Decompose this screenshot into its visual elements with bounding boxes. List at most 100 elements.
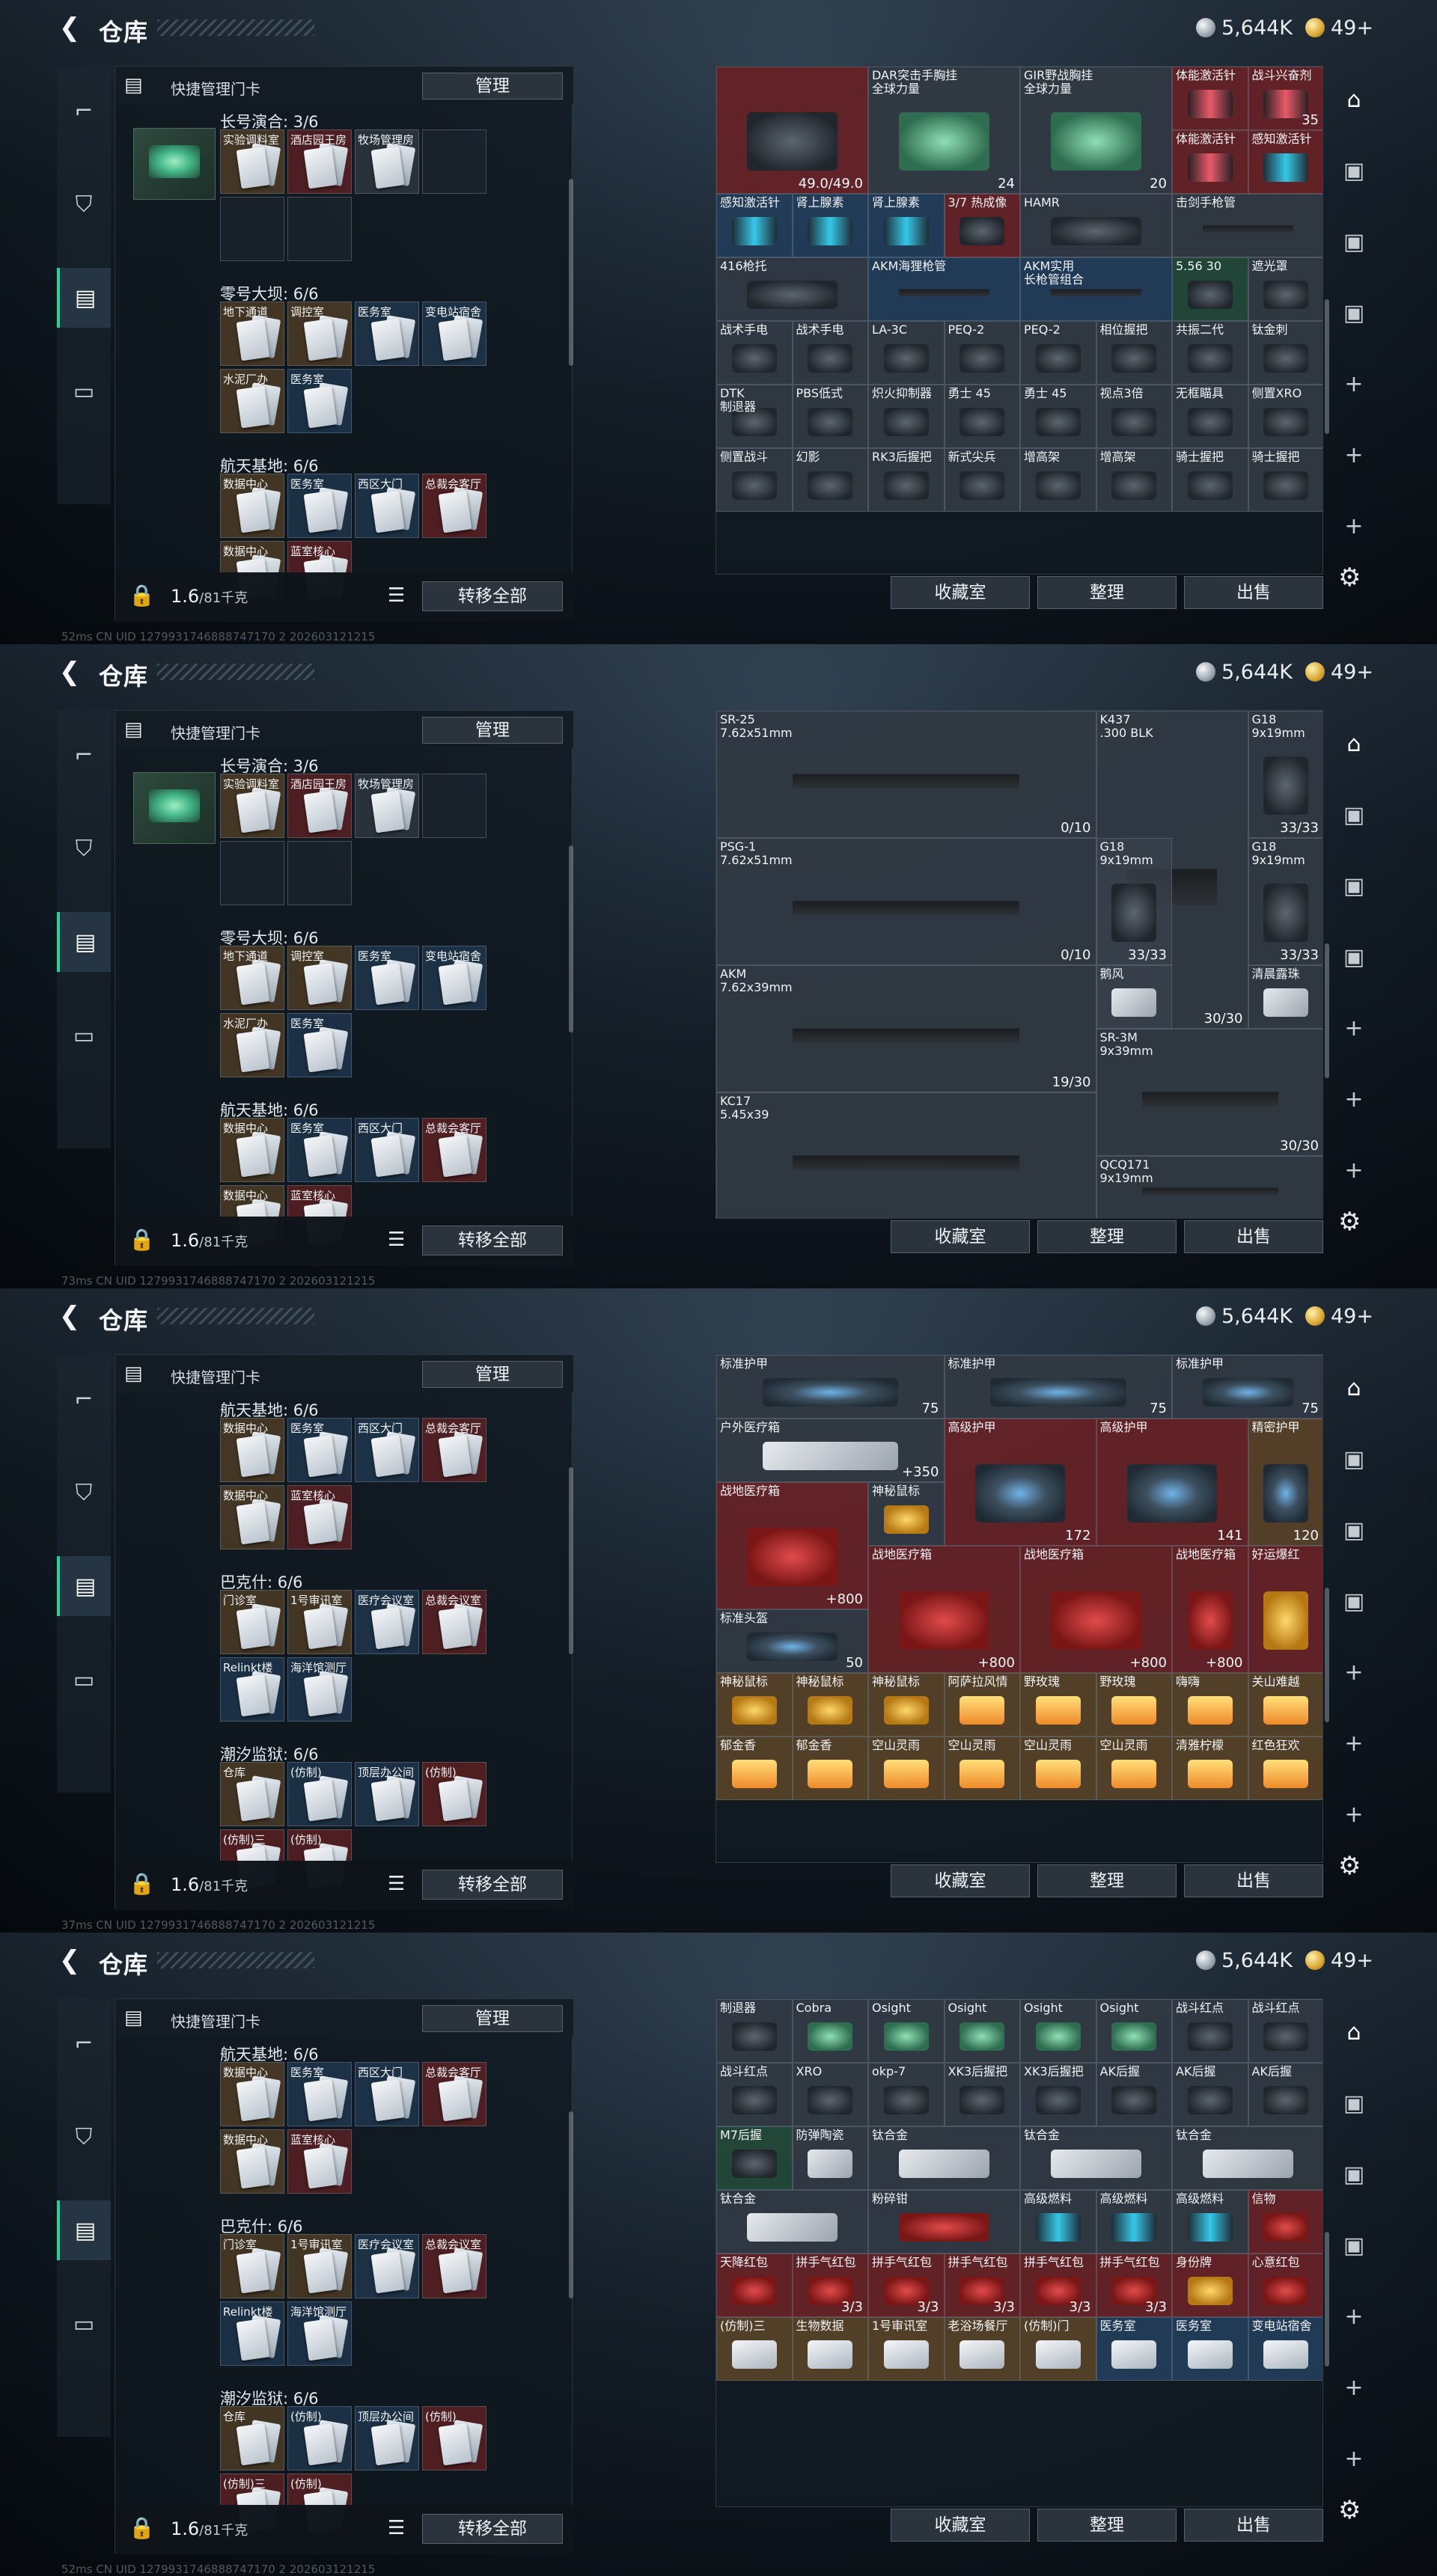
inventory-item[interactable]: 3/7 热成像: [944, 194, 1020, 257]
inventory-item[interactable]: 关山难越: [1248, 1673, 1322, 1737]
inventory-item[interactable]: 战地医疗箱 +800: [716, 1482, 868, 1609]
inventory-item[interactable]: AKM海狸枪管: [868, 257, 1020, 321]
inventory-item[interactable]: 5.56 30: [1172, 257, 1248, 321]
keycard-slot[interactable]: 总裁会客厅: [422, 474, 486, 538]
sort-button[interactable]: 整理: [1037, 1220, 1177, 1253]
lock-icon[interactable]: 🔒: [129, 2515, 155, 2540]
inventory-item[interactable]: AKM实用 长枪管组合: [1020, 257, 1172, 321]
keycard-slot[interactable]: (仿制): [287, 1762, 352, 1826]
add-storage-icon[interactable]: +: [1329, 1710, 1379, 1777]
left-scrollbar[interactable]: [569, 2111, 573, 2298]
inventory-item[interactable]: PEQ-2: [1020, 321, 1096, 385]
silver-currency[interactable]: 5,644K: [1196, 15, 1293, 40]
keycard-slot[interactable]: 变电站宿舍: [422, 302, 486, 366]
inventory-item[interactable]: Osight: [1096, 1999, 1172, 2063]
inventory-item[interactable]: 生物数据: [792, 2317, 868, 2381]
inventory-item[interactable]: 空山灵雨: [944, 1737, 1020, 1800]
list-view-icon[interactable]: ☰: [388, 1873, 405, 1895]
keycard-slot[interactable]: 西区大门: [355, 2062, 419, 2126]
collection-room-button[interactable]: 收藏室: [891, 1220, 1030, 1253]
inventory-item[interactable]: 郁金香: [792, 1737, 868, 1800]
gold-currency[interactable]: 49+: [1305, 1948, 1373, 1973]
keycard-slot[interactable]: 顶层办公间: [355, 1762, 419, 1826]
nav-tab-armor[interactable]: ⛉: [57, 2107, 111, 2167]
inventory-item[interactable]: (仿制)三: [716, 2317, 793, 2381]
inventory-item[interactable]: 标准护甲 75: [1172, 1355, 1322, 1419]
add-storage-icon[interactable]: +: [1329, 350, 1379, 417]
storage-box-icon[interactable]: ▣: [1329, 923, 1379, 991]
inventory-item[interactable]: 感知激活针: [716, 194, 793, 257]
keycard-slot[interactable]: Relinkt楼: [220, 1657, 284, 1722]
keycard-slot[interactable]: 1号审讯室: [287, 1590, 352, 1654]
nav-tab-gun[interactable]: ⌐: [57, 81, 111, 141]
gold-currency[interactable]: 49+: [1305, 1303, 1373, 1329]
inventory-item[interactable]: DTK 制退器: [716, 385, 793, 448]
inventory-item[interactable]: SR-3M 9x39mm 30/30: [1096, 1029, 1322, 1156]
nav-tab-armor[interactable]: ⛉: [57, 174, 111, 234]
inventory-item[interactable]: Osight: [868, 1999, 945, 2063]
nav-tab-armor[interactable]: ⛉: [57, 1463, 111, 1523]
inventory-item[interactable]: G18 9x19mm 33/33: [1248, 838, 1322, 965]
inventory-item[interactable]: 变电站宿舍: [1248, 2317, 1322, 2381]
home-storage-icon[interactable]: ⌂: [1329, 1354, 1379, 1422]
inventory-item[interactable]: AK后握: [1172, 2063, 1248, 2126]
inventory-item[interactable]: G18 9x19mm 33/33: [1248, 711, 1322, 838]
keycard-slot[interactable]: (仿制): [422, 1762, 486, 1826]
collection-room-button[interactable]: 收藏室: [891, 1864, 1030, 1897]
keycard-slot[interactable]: 蓝室核心: [287, 1485, 352, 1549]
storage-box-icon[interactable]: ▣: [1329, 1567, 1379, 1635]
nav-tab-case[interactable]: ▭: [57, 2294, 111, 2354]
settings-gear-icon[interactable]: ⚙: [1338, 1207, 1361, 1237]
add-storage-icon[interactable]: +: [1329, 2283, 1379, 2350]
gold-currency[interactable]: 49+: [1305, 15, 1373, 40]
inventory-item[interactable]: DAR突击手胸挂 全球力量 24: [868, 67, 1020, 194]
keycard-slot[interactable]: 水泥厂办: [220, 1013, 284, 1077]
inventory-item[interactable]: 户外医疗箱 +350: [716, 1419, 945, 1482]
inventory-item[interactable]: 幻影: [792, 448, 868, 512]
inventory-item[interactable]: M7后握: [716, 2126, 793, 2190]
keycard-slot[interactable]: 总裁会客厅: [422, 1418, 486, 1482]
inventory-item[interactable]: XK3后握把: [1020, 2063, 1096, 2126]
inventory-item[interactable]: KC17 5.45x39: [716, 1092, 1096, 1218]
settings-gear-icon[interactable]: ⚙: [1338, 1851, 1361, 1881]
inventory-item[interactable]: 信物: [1248, 2190, 1322, 2254]
silver-currency[interactable]: 5,644K: [1196, 1948, 1293, 1973]
storage-box-icon[interactable]: ▣: [1329, 208, 1379, 275]
keycard-slot[interactable]: 医务室: [287, 1118, 352, 1182]
keycard-slot[interactable]: 顶层办公间: [355, 2406, 419, 2471]
add-storage-icon[interactable]: +: [1329, 1781, 1379, 1848]
inventory-item[interactable]: HAMR: [1020, 194, 1172, 257]
add-storage-icon[interactable]: +: [1329, 1065, 1379, 1133]
keycard-slot[interactable]: 医务室: [287, 2062, 352, 2126]
inventory-item[interactable]: 鹅风: [1096, 965, 1172, 1029]
keycard-slot[interactable]: 西区大门: [355, 1418, 419, 1482]
lock-icon[interactable]: 🔒: [129, 583, 155, 608]
manage-button[interactable]: 管理: [422, 717, 563, 744]
inventory-item[interactable]: 空山灵雨: [1020, 1737, 1096, 1800]
inventory-item[interactable]: 体能激活针: [1172, 130, 1248, 194]
inventory-item[interactable]: 战斗兴奋剂 35: [1248, 67, 1322, 130]
nav-tab-armor[interactable]: ⛉: [57, 819, 111, 878]
keycard-slot[interactable]: 酒店园王房: [287, 774, 352, 838]
inventory-item[interactable]: 高级燃料: [1096, 2190, 1172, 2254]
inventory-item[interactable]: 拼手气红包 3/3: [1020, 2254, 1096, 2317]
inventory-item[interactable]: 好运爆红: [1248, 1546, 1322, 1673]
keycard-slot[interactable]: 海洋馆测厅: [287, 1657, 352, 1722]
keycard-preview[interactable]: [133, 128, 216, 200]
inventory-item[interactable]: 身份牌: [1172, 2254, 1248, 2317]
keycard-slot[interactable]: 医务室: [287, 1418, 352, 1482]
keycard-slot[interactable]: 实验调料室: [220, 129, 284, 194]
sell-button[interactable]: 出售: [1184, 576, 1323, 609]
storage-box-icon[interactable]: ▣: [1329, 1496, 1379, 1564]
home-storage-icon[interactable]: ⌂: [1329, 710, 1379, 777]
inventory-item[interactable]: 49.0/49.0: [716, 67, 868, 194]
inventory-item[interactable]: 战地医疗箱 +800: [1020, 1546, 1172, 1673]
inventory-item[interactable]: GIR野战胸挂 全球力量 20: [1020, 67, 1172, 194]
storage-box-icon[interactable]: ▣: [1329, 137, 1379, 204]
inventory-item[interactable]: 骑士握把: [1248, 448, 1322, 512]
inventory-item[interactable]: 空山灵雨: [1096, 1737, 1172, 1800]
inventory-item[interactable]: G18 9x19mm 33/33: [1096, 838, 1172, 965]
inventory-item[interactable]: 标准护甲 75: [944, 1355, 1172, 1419]
list-view-icon[interactable]: ☰: [388, 1229, 405, 1251]
inventory-item[interactable]: 骑士握把: [1172, 448, 1248, 512]
